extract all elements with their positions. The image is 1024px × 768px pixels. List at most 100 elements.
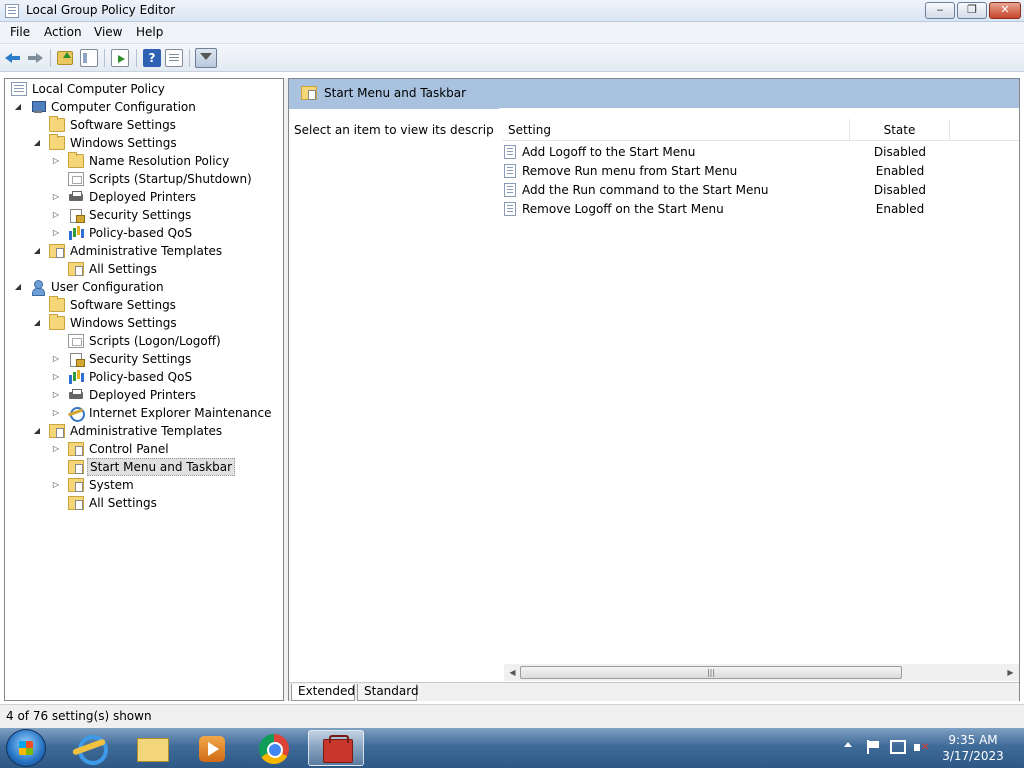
setting-icon [504,164,516,178]
scroll-thumb[interactable]: ||| [520,666,902,679]
folder-icon [68,152,84,168]
expand-toggle[interactable]: ▷ [51,224,61,242]
setting-icon [504,145,516,159]
expand-toggle[interactable]: ▷ [51,404,61,422]
qos-icon [68,370,84,384]
taskbar: 9:35 AM 3/17/2023 [0,728,1024,768]
folder-icon [49,296,65,312]
system-clock[interactable]: 9:35 AM 3/17/2023 [940,732,1006,764]
horizontal-scrollbar[interactable]: ◀ ||| ▶ [504,664,1019,681]
tree-label: Software Settings [70,298,176,312]
table-row[interactable]: Add the Run command to the Start Menu Di… [502,181,1019,200]
setting-icon [504,183,516,197]
action-center-flag-icon[interactable] [866,740,880,754]
folder-icon [68,442,84,456]
maximize-button[interactable]: ❐ [957,2,987,19]
tree-label: Deployed Printers [89,388,197,402]
expand-toggle[interactable]: ◢ [13,98,23,116]
view-tabs: Extended Standard [289,682,1019,701]
tree-label: User Configuration [51,280,164,294]
windows-explorer-icon[interactable] [124,730,180,766]
all-settings-icon [68,496,84,510]
details-pane: Start Menu and Taskbar Select an item to… [288,78,1020,701]
export-list-icon[interactable] [111,49,129,67]
details-header: Start Menu and Taskbar [289,79,1019,109]
expand-toggle[interactable]: ▷ [51,476,61,494]
tab-extended[interactable]: Extended [291,684,355,701]
toolbar-separator [136,49,137,67]
expand-toggle[interactable]: ◢ [13,278,23,296]
policy-icon [11,82,27,96]
minimize-button[interactable]: ‒ [925,2,955,19]
expand-toggle[interactable]: ▷ [51,206,61,224]
clock-time: 9:35 AM [948,733,998,747]
table-row[interactable]: Add Logoff to the Start Menu Disabled [502,143,1019,162]
setting-icon [504,202,516,216]
tree-label: System [89,478,134,492]
scroll-right-button[interactable]: ▶ [1002,664,1019,681]
column-header-setting[interactable]: Setting [502,119,850,141]
menu-help[interactable]: Help [136,25,163,39]
tab-standard[interactable]: Standard [357,684,419,701]
tree-label: Policy-based QoS [89,370,193,384]
setting-name: Remove Logoff on the Start Menu [522,202,724,216]
table-row[interactable]: Remove Run menu from Start Menu Enabled [502,162,1019,181]
table-row[interactable]: Remove Logoff on the Start Menu Enabled [502,200,1019,219]
back-arrow-icon[interactable] [4,49,22,67]
expand-toggle[interactable]: ◢ [32,242,42,260]
close-button[interactable]: ✕ [989,2,1021,19]
all-settings-icon [68,262,84,276]
volume-muted-icon[interactable] [914,740,930,756]
column-header-state[interactable]: State [850,119,950,141]
show-hide-console-tree-icon[interactable] [80,49,98,67]
properties-icon[interactable] [165,49,183,67]
details-title: Start Menu and Taskbar [324,86,467,100]
setting-name: Add the Run command to the Start Menu [522,183,769,197]
expand-toggle[interactable]: ▷ [51,188,61,206]
media-player-icon[interactable] [184,730,240,766]
tree-label: Windows Settings [70,316,177,330]
up-one-level-icon[interactable] [57,51,73,65]
expand-toggle[interactable]: ▷ [51,440,61,458]
expand-toggle[interactable]: ▷ [51,368,61,386]
toolbar-separator [104,49,105,67]
console-tree[interactable]: Local Computer Policy ◢ Computer Configu… [4,78,284,701]
expand-toggle[interactable]: ◢ [32,134,42,152]
scroll-left-button[interactable]: ◀ [504,664,521,681]
expand-toggle[interactable]: ▷ [51,350,61,368]
expand-toggle[interactable]: ▷ [51,386,61,404]
title-bar: Local Group Policy Editor ‒ ❐ ✕ [0,0,1024,22]
user-icon [30,280,46,296]
tree-label: Internet Explorer Maintenance [89,406,272,420]
folder-icon [68,460,84,474]
tree-label: Control Panel [89,442,169,456]
menu-view[interactable]: View [94,25,122,39]
tree-label: All Settings [89,496,157,510]
expand-toggle[interactable]: ◢ [32,422,42,440]
tree-label: All Settings [89,262,157,276]
admin-templates-icon [49,424,65,438]
description-prompt: Select an item to view its description. [294,123,521,137]
network-icon[interactable] [890,740,906,754]
status-bar: 4 of 76 setting(s) shown [0,704,1024,728]
filter-icon[interactable] [195,48,217,68]
expand-toggle[interactable]: ◢ [32,314,42,332]
chrome-icon[interactable] [246,730,302,766]
tree-label: Security Settings [89,352,192,366]
start-button[interactable] [6,729,46,767]
setting-state: Disabled [873,145,927,159]
tree-label: Computer Configuration [51,100,196,114]
forward-arrow-icon[interactable] [26,49,44,67]
tree-label: Administrative Templates [70,424,223,438]
show-hidden-icons[interactable] [844,742,852,747]
group-policy-icon[interactable] [308,730,364,766]
window-title: Local Group Policy Editor [26,3,176,17]
menu-file[interactable]: File [10,25,30,39]
expand-toggle[interactable]: ▷ [51,152,61,170]
menu-action[interactable]: Action [44,25,82,39]
help-icon[interactable]: ? [143,49,161,67]
setting-state: Enabled [875,164,925,178]
internet-explorer-icon[interactable] [62,730,118,766]
setting-state: Enabled [875,202,925,216]
app-icon [5,4,19,18]
